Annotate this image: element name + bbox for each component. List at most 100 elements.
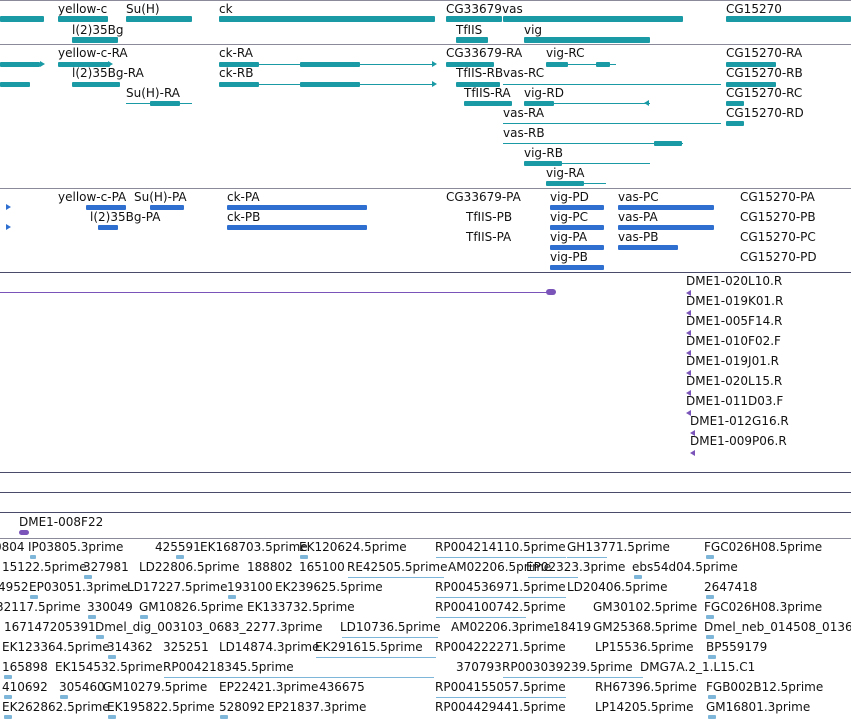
est-label[interactable]: 370793 [456, 660, 502, 674]
est-label[interactable]: LD22806.5prime [139, 560, 240, 574]
protein-feature[interactable] [98, 225, 118, 230]
transcript-label[interactable]: vas-RB [503, 126, 545, 140]
est-feature[interactable] [220, 715, 228, 719]
gene-label[interactable]: yellow-c [58, 2, 107, 16]
protein-label[interactable]: vas-PB [618, 230, 659, 244]
gene-label[interactable]: CG15270 [726, 2, 782, 16]
protein-label[interactable]: vas-PA [618, 210, 658, 224]
est-label[interactable]: EK120624.5prime [299, 540, 407, 554]
protein-label[interactable]: CG15270-PB [740, 210, 816, 224]
est-label[interactable]: 15122.5prime [2, 560, 87, 574]
transcript-feature[interactable] [726, 121, 744, 126]
transcript-feature[interactable] [72, 82, 120, 87]
est-feature[interactable] [708, 655, 716, 659]
est-label[interactable]: 193100 [227, 580, 273, 594]
est-feature[interactable] [30, 595, 38, 599]
est-label[interactable]: IP03805.3prime [28, 540, 123, 554]
transcript-label[interactable]: ck-RB [219, 66, 253, 80]
transcript-label[interactable]: TfIIS-RA [464, 86, 511, 100]
est-label[interactable]: ebs54d04.5prime [632, 560, 738, 574]
est-feature[interactable] [706, 595, 714, 599]
est-label[interactable]: RE42505.5prime [347, 560, 448, 574]
transcript-label[interactable]: l(2)35Bg-RA [72, 66, 144, 80]
est-label[interactable]: DMG7A.2_1.L15.C1 [640, 660, 755, 674]
est-label[interactable]: EK123364.5prime [2, 640, 110, 654]
est-label[interactable]: 32117.5prime [0, 600, 81, 614]
est-feature[interactable] [108, 655, 116, 659]
gene-feature[interactable] [0, 16, 44, 22]
protein-label[interactable]: TfIIS-PB [466, 210, 512, 224]
est-label[interactable]: FGB002B12.5prime [706, 680, 823, 694]
est-feature[interactable] [706, 635, 714, 639]
gene-feature[interactable] [456, 37, 488, 43]
transcript-label[interactable]: vig-RA [546, 166, 584, 180]
est-label[interactable]: Dmel_dig_003103_0683_2277.3prime [95, 620, 323, 634]
est-label[interactable]: 314362 [107, 640, 153, 654]
exon[interactable] [150, 101, 180, 106]
est-feature[interactable] [88, 615, 96, 619]
clone-label[interactable]: DME1-020L15.R [686, 374, 782, 388]
est-label[interactable]: EK168703.5prime [200, 540, 308, 554]
protein-label[interactable]: vig-PD [550, 190, 589, 204]
protein-label[interactable]: CG15270-PD [740, 250, 817, 264]
est-label[interactable]: 327981 [83, 560, 129, 574]
est-label[interactable]: RP004218345.5prime [163, 660, 294, 674]
est-feature[interactable] [708, 715, 716, 719]
protein-label[interactable]: vig-PC [550, 210, 588, 224]
transcript-feature[interactable] [0, 62, 40, 67]
est-label[interactable]: LD20406.5prime [567, 580, 668, 594]
est-label[interactable]: AM02206.3prime [451, 620, 554, 634]
est-label[interactable]: 165898 [2, 660, 48, 674]
est-feature[interactable] [140, 615, 148, 619]
est-label[interactable]: 165100 [299, 560, 345, 574]
est-label[interactable]: 425591 [155, 540, 201, 554]
gene-feature[interactable] [219, 16, 435, 22]
est-label[interactable]: EK262862.5prime [2, 700, 110, 714]
est-label[interactable]: Dmel_neb_014508_0136 [704, 620, 851, 634]
clone-line[interactable] [0, 292, 548, 293]
transcript-label[interactable]: yellow-c-RA [58, 46, 128, 60]
gene-feature[interactable] [503, 16, 683, 22]
est-feature[interactable] [60, 695, 68, 699]
est-feature[interactable] [706, 555, 714, 559]
est-label[interactable]: 325251 [163, 640, 209, 654]
est-label[interactable]: 305460 [59, 680, 105, 694]
protein-label[interactable]: CG15270-PA [740, 190, 815, 204]
est-label[interactable]: LD17227.5prime [127, 580, 228, 594]
est-label[interactable]: LD14874.3prime [219, 640, 320, 654]
est-label[interactable]: RP004222271.5prime [435, 640, 566, 654]
transcript-label[interactable]: vig-RD [524, 86, 564, 100]
est-feature[interactable] [96, 635, 104, 639]
gene-label[interactable]: ck [219, 2, 233, 16]
est-label[interactable]: LP15536.5prime [595, 640, 694, 654]
protein-label[interactable]: ck-PA [227, 190, 260, 204]
transcript-label[interactable]: CG15270-RC [726, 86, 802, 100]
est-label[interactable]: 18419 [553, 620, 591, 634]
est-label[interactable]: LP14205.5prime [595, 700, 694, 714]
est-feature[interactable] [634, 575, 642, 579]
gene-feature[interactable] [446, 16, 502, 22]
est-label[interactable]: EP21837.3prime [267, 700, 366, 714]
protein-label[interactable]: vas-PC [618, 190, 659, 204]
transcript-label[interactable]: vig-RB [524, 146, 563, 160]
clone-label[interactable]: DME1-012G16.R [690, 414, 789, 428]
protein-label[interactable]: Su(H)-PA [134, 190, 187, 204]
est-label[interactable]: GM10279.5prime [103, 680, 207, 694]
clone-label[interactable]: DME1-005F14.R [686, 314, 782, 328]
exon[interactable] [546, 62, 568, 67]
est-label[interactable]: FGC026H08.3prime [704, 600, 822, 614]
gene-label[interactable]: vig [524, 23, 542, 37]
est-feature[interactable] [706, 615, 714, 619]
protein-label[interactable]: CG33679-PA [446, 190, 521, 204]
est-label[interactable]: EK239625.5prime [275, 580, 383, 594]
transcript-label[interactable]: CG15270-RB [726, 66, 803, 80]
clone-label[interactable]: DME1-019K01.R [686, 294, 783, 308]
transcript-label[interactable]: vig-RC [546, 46, 585, 60]
clone-label[interactable]: DME1-019J01.R [686, 354, 779, 368]
protein-label[interactable]: vig-PB [550, 250, 588, 264]
est-label[interactable]: RP004214110.5prime [435, 540, 566, 554]
est-feature[interactable] [108, 715, 116, 719]
clone-label[interactable]: DME1-010F02.F [686, 334, 781, 348]
transcript-label[interactable]: CG15270-RD [726, 106, 804, 120]
est-label[interactable]: LD10736.5prime [340, 620, 441, 634]
